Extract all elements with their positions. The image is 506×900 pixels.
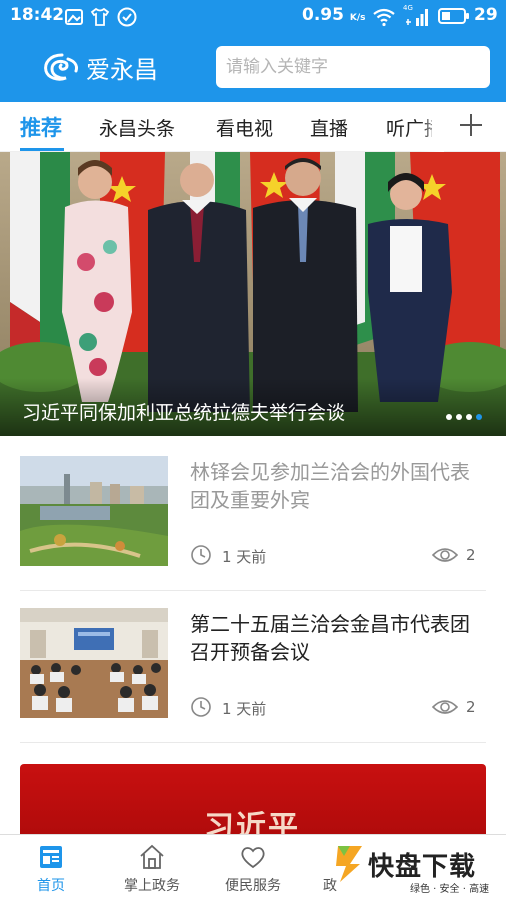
news-title[interactable]: 林铎会见参加兰洽会的外国代表团及重要外宾 [190,458,486,514]
news-icon [40,846,62,868]
search-input[interactable]: 请输入关键字 [216,46,490,88]
clock-icon [191,697,211,717]
news-time: 1 天前 [222,548,267,566]
nav-services[interactable]: 便民服务 [213,835,293,900]
watermark: 快盘下载 绿色 · 安全 · 高速 [330,836,506,900]
news-title[interactable]: 第二十五届兰洽会金昌市代表团召开预备会议 [190,610,486,666]
status-bar: 18:42 0.95 K/s 4G 29 [0,0,506,34]
nav-label: 掌上政务 [124,878,180,894]
nav-gov-affairs[interactable]: 掌上政务 [112,835,192,900]
news-thumbnail [20,608,168,718]
carousel-dot[interactable] [456,414,462,420]
watermark-text: 快盘下载 [368,852,477,882]
nav-label: 首页 [37,878,65,894]
app-logo: 爱永昌 [42,50,158,84]
promo-text: 习近平 [204,810,300,834]
status-time: 18:42 [10,5,65,25]
news-meta: 1 天前 2 [190,544,486,566]
tab-yongchang-headlines[interactable]: 永昌头条 [99,114,175,141]
active-tab-indicator [20,148,64,151]
eye-icon [432,700,458,714]
news-time: 1 天前 [222,700,267,718]
carousel-dot-active[interactable] [476,414,482,420]
check-circle-icon [117,7,137,27]
app-header: 18:42 0.95 K/s 4G 29 爱永昌 请输入关键字 [0,0,506,102]
news-item[interactable]: 第二十五届兰洽会金昌市代表团召开预备会议 1 天前 2 [20,608,486,744]
tab-watch-tv[interactable]: 看电视 [216,114,273,141]
news-thumbnail [20,456,168,566]
news-meta: 1 天前 2 [190,696,486,718]
eye-icon [432,548,458,562]
carousel-dot[interactable] [466,414,472,420]
divider [20,590,486,591]
clock-icon [191,545,211,565]
carousel-dot[interactable] [446,414,452,420]
battery-level: 29 [474,5,498,25]
signal-icon [406,9,428,26]
news-item[interactable]: 林铎会见参加兰洽会的外国代表团及重要外宾 1 天前 2 [20,456,486,592]
heart-icon [241,847,265,869]
app-name: 爱永昌 [86,55,158,84]
add-channel-icon[interactable] [456,110,486,140]
watermark-logo-icon [336,846,362,882]
news-views: 2 [466,698,476,716]
home-icon [140,844,164,869]
nav-home[interactable]: 首页 [11,835,91,900]
category-tabs: 推荐 永昌头条 看电视 直播 听广播 [0,102,506,152]
news-views: 2 [466,546,476,564]
promo-banner[interactable]: 习近平 [20,764,486,834]
watermark-subtext: 绿色 · 安全 · 高速 [410,884,490,895]
photo-icon [65,9,83,25]
divider [20,742,486,743]
battery-icon [438,8,469,24]
wifi-icon [373,8,395,27]
shirt-icon [90,7,110,26]
banner-caption: 习近平同保加利亚总统拉德夫举行会谈 [22,402,346,424]
nav-label: 便民服务 [225,878,281,894]
carousel-indicator [446,414,482,420]
tab-live[interactable]: 直播 [310,114,348,141]
logo-icon [44,53,78,81]
status-speed: 0.95 K/s [302,5,366,25]
headline-banner[interactable]: 习近平同保加利亚总统拉德夫举行会谈 [0,152,506,436]
tab-recommend[interactable]: 推荐 [20,112,62,142]
